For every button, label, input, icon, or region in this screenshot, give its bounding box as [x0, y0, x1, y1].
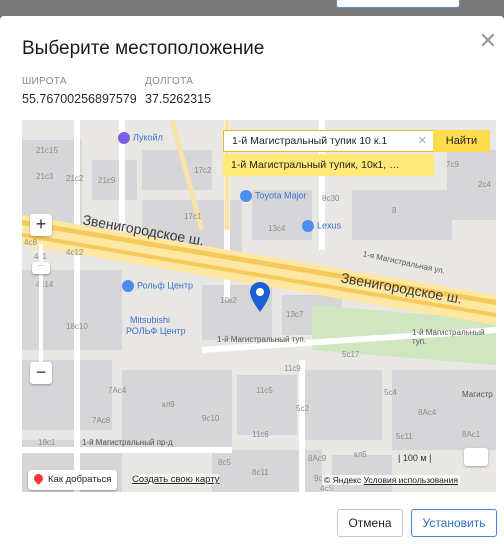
road-label: 1-й Магистральный туп. [412, 328, 485, 346]
house-number: 7с9 [446, 160, 459, 169]
copyright-text: © Яндекс [324, 475, 362, 485]
close-icon[interactable]: ✕ [478, 30, 498, 52]
house-number: 21с15 [36, 146, 58, 155]
poi-label: Рольф Центр [137, 280, 194, 291]
confirm-button[interactable]: Установить [411, 509, 497, 537]
house-number: 8с11 [252, 468, 269, 477]
route-button-label: Как добраться [48, 474, 112, 485]
background-button [336, 0, 460, 8]
poi-label: РОЛЬФ Центр [126, 326, 186, 336]
house-number: 5с11 [396, 432, 413, 441]
zoom-in-button[interactable]: + [30, 214, 52, 236]
poi-toyota[interactable]: Toyota Major [240, 190, 307, 202]
search-suggestion[interactable]: 1-й Магистральный тупик, 10к1, … [223, 154, 434, 176]
zoom-slider-handle[interactable]: ⋯ [32, 262, 50, 274]
latitude-value: 55.76700256897579 [22, 92, 137, 106]
house-number: 8Ac4 [418, 408, 437, 417]
poi-rolf-center[interactable]: РОЛЬФ Центр [126, 326, 186, 336]
road-label: Магистр [462, 390, 493, 399]
house-number: 8Ac9 [308, 454, 327, 463]
house-number: 8 [392, 206, 397, 215]
latitude-label: широта [22, 76, 67, 87]
scale-label: 100 м [402, 453, 427, 463]
house-number: 21с2 [66, 174, 84, 183]
longitude-label: долгота [145, 76, 194, 87]
house-number: кл9 [162, 400, 175, 409]
map[interactable]: Звенигородское ш. Звенигородское ш. 1-я … [22, 120, 496, 492]
house-number: 13с7 [286, 310, 304, 319]
house-number: кл5 [354, 450, 367, 459]
poi-rolf[interactable]: Рольф Центр [122, 280, 193, 292]
scale-bar: | 100 м | [398, 453, 432, 463]
cancel-button[interactable]: Отмена [337, 509, 403, 537]
poi-icon [118, 132, 130, 144]
search-button[interactable]: Найти [433, 130, 490, 152]
road-label: 1-й Магистральный пр-д [82, 438, 173, 447]
house-number: 17с2 [194, 166, 212, 175]
house-number: 18с1 [38, 438, 56, 447]
poi-icon [240, 190, 252, 202]
clear-icon[interactable]: ✕ [418, 131, 427, 151]
house-number: 10к2 [220, 296, 237, 305]
house-number: 5с17 [342, 350, 360, 359]
house-number: 8Ac1 [462, 430, 481, 439]
location-pin-icon [32, 472, 45, 485]
house-number: 17с1 [184, 212, 202, 221]
house-number: 4с12 [66, 248, 84, 257]
create-map-link[interactable]: Создать свою карту [132, 474, 220, 485]
location-dialog: Выберите местоположение ✕ широта долгота… [0, 16, 504, 544]
house-number: 5с2 [296, 404, 309, 413]
poi-mitsubishi[interactable]: Mitsubishi [130, 315, 170, 325]
search-value: 1-й Магистральный тупик 10 к.1 [232, 135, 388, 147]
house-number: 4с8 [24, 238, 37, 247]
terms-link[interactable]: Условия использования [364, 475, 458, 485]
house-number: 11с6 [252, 430, 269, 439]
poi-label: Лукойл [133, 132, 163, 143]
location-marker-icon[interactable] [250, 282, 270, 312]
house-number: 8с5 [218, 458, 231, 467]
dialog-title: Выберите местоположение [22, 38, 265, 59]
ruler-icon[interactable] [464, 448, 488, 466]
house-number: 7Ac8 [92, 416, 111, 425]
house-number: 21с3 [36, 172, 54, 181]
house-number: 8с30 [322, 194, 340, 203]
house-number: 5с4 [384, 388, 397, 397]
longitude-value: 37.5262315 [145, 92, 212, 106]
poi-label: Lexus [317, 220, 342, 231]
poi-icon [302, 220, 314, 232]
copyright: © Яндекс Условия использования [322, 475, 460, 485]
house-number: 11с9 [284, 364, 301, 373]
house-number: 11с5 [256, 386, 273, 395]
road-label: 1-й Магистральный туп. [217, 335, 306, 344]
map-search-input[interactable]: 1-й Магистральный тупик 10 к.1 ✕ [223, 130, 434, 152]
house-number: 9с10 [202, 414, 220, 423]
house-number: 13с4 [268, 224, 286, 233]
route-button[interactable]: Как добраться [28, 470, 118, 490]
poi-label: Mitsubishi [130, 315, 171, 325]
house-number: 4с5 [320, 484, 333, 492]
house-number: 18с10 [66, 322, 88, 331]
poi-lexus[interactable]: Lexus [302, 220, 341, 232]
poi-lukoil[interactable]: Лукойл [118, 132, 163, 144]
zoom-out-button[interactable]: − [30, 362, 52, 384]
house-number: 21с9 [98, 176, 116, 185]
house-number: 7Ac4 [108, 386, 127, 395]
house-number: 2с4 [478, 180, 491, 189]
poi-label: Toyota Major [255, 190, 307, 201]
poi-icon [122, 280, 134, 292]
